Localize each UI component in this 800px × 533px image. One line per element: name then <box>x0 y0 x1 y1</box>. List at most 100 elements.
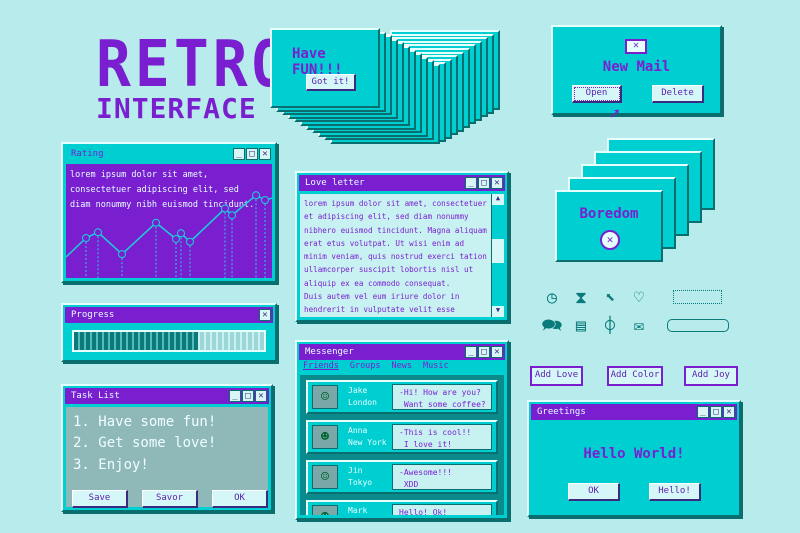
contact-name: Jin Tokyo <box>348 466 373 487</box>
boredom-title: Boredom <box>579 206 639 222</box>
menu-music[interactable]: Music <box>423 361 449 371</box>
love-title: Love letter <box>305 178 365 188</box>
contact-row[interactable]: ☺ Jake London -Hi! How are you? Want some … <box>306 380 498 414</box>
data-point <box>94 228 102 237</box>
hello-button[interactable]: Hello! <box>649 483 701 501</box>
close-button[interactable]: ✕ <box>723 406 735 418</box>
hourglass-icon: ⧗ <box>575 288 587 308</box>
progress-fill <box>74 332 198 350</box>
maximize-button[interactable]: □ <box>478 346 490 358</box>
menu-news[interactable]: News <box>392 361 412 371</box>
love-text-area[interactable]: lorem ipsum dolor sit amet, consectetuer… <box>300 194 491 317</box>
messenger-menu: Friends Groups News Music <box>303 361 449 371</box>
scrollbar[interactable]: ▲ ▼ <box>491 194 504 317</box>
data-point <box>186 237 194 246</box>
avatar: ☺ <box>312 465 338 489</box>
scroll-down-icon[interactable]: ▼ <box>492 306 504 317</box>
got-it-button[interactable]: Got it! <box>306 74 356 91</box>
scroll-up-icon[interactable]: ▲ <box>492 194 504 205</box>
maximize-button[interactable]: □ <box>242 390 254 402</box>
rating-chart <box>66 191 272 278</box>
contact-row[interactable]: ☺ Jin Tokyo -Awesome!!! XDD <box>306 460 498 494</box>
dotted-box <box>673 290 722 304</box>
messenger-window: Messenger _ □ ✕ Friends Groups News Music … <box>295 340 509 520</box>
maximize-button[interactable]: □ <box>478 177 490 189</box>
task-title: Task List <box>71 391 120 401</box>
paperclip-icon: ⌽ <box>604 316 616 336</box>
scroll-thumb[interactable] <box>492 239 504 263</box>
contact-name: Mark <box>348 506 368 515</box>
menu-groups[interactable]: Groups <box>350 361 381 371</box>
minimize-button[interactable]: _ <box>229 390 241 402</box>
rating-window: Rating _ □ ✕ lorem ipsum dolor sit amet, c… <box>61 142 277 283</box>
data-point <box>228 211 236 220</box>
love-text: lorem ipsum dolor sit amet, consectetuer… <box>304 199 487 315</box>
contact-name: Anna New York <box>348 426 387 447</box>
menu-friends[interactable]: Friends <box>303 361 339 371</box>
delete-button[interactable]: Delete <box>652 85 704 103</box>
minimize-button[interactable]: _ <box>233 148 245 160</box>
add-love-button[interactable]: Add Love <box>530 366 583 386</box>
close-button[interactable]: ✕ <box>491 177 503 189</box>
envelope-icon: ✕ <box>625 39 647 54</box>
task-item: 3. Enjoy! <box>73 457 149 473</box>
close-button[interactable]: ✕ <box>255 390 267 402</box>
contact-row[interactable]: ☻ Anna New York -This is cool!! I love it! <box>306 420 498 454</box>
avatar: ☻ <box>312 505 338 515</box>
task-list-window: Task List _ □ ✕ 1. Have some fun! 2. Get s… <box>61 384 273 512</box>
task-item: 2. Get some love! <box>73 435 217 451</box>
envelope-icon: ✉ <box>633 316 645 336</box>
minimize-button[interactable]: _ <box>465 346 477 358</box>
greetings-window: Greetings _ □ ✕ Hello World! OK Hello! <box>527 400 741 517</box>
mail-title: New Mail <box>602 59 671 75</box>
rating-line <box>66 194 272 258</box>
chat-icon: 🗪 <box>541 316 563 336</box>
add-joy-button[interactable]: Add Joy <box>684 366 738 386</box>
close-button[interactable]: ✕ <box>259 148 271 160</box>
rating-titlebar: Rating _ □ ✕ <box>65 146 273 162</box>
savor-button[interactable]: Savor <box>142 490 198 508</box>
data-point <box>261 196 269 204</box>
greetings-titlebar: Greetings _ □ ✕ <box>531 404 737 420</box>
maximize-button[interactable]: □ <box>710 406 722 418</box>
cursor-icon: ⬉ <box>604 288 616 308</box>
contact-row[interactable]: ☻ Mark Hello! Ok! <box>306 500 498 515</box>
close-button[interactable]: ✕ <box>491 346 503 358</box>
data-point <box>221 204 229 213</box>
cursor-icon: ➚ <box>610 104 620 123</box>
love-titlebar: Love letter _ □ ✕ <box>299 175 505 191</box>
open-button[interactable]: Open <box>572 85 622 103</box>
boredom-window: Boredom ✕ <box>555 190 663 262</box>
minimize-button[interactable]: _ <box>697 406 709 418</box>
contact-list: ☺ Jake London -Hi! How are you? Want some … <box>300 375 504 515</box>
task-item: 1. Have some fun! <box>73 414 217 430</box>
progress-bar <box>72 330 266 352</box>
maximize-button[interactable]: □ <box>246 148 258 160</box>
title-interface: INTERFACE <box>96 92 257 125</box>
messenger-titlebar: Messenger _ □ ✕ <box>299 344 505 360</box>
data-point <box>118 250 126 259</box>
message-bubble: Hello! Ok! <box>392 504 492 515</box>
save-button[interactable]: Save <box>72 490 128 508</box>
greetings-text: Hello World! <box>583 446 685 462</box>
progress-window: Progress ✕ <box>61 303 277 362</box>
message-bubble: -Awesome!!! XDD <box>392 464 492 490</box>
ok-button[interactable]: OK <box>568 483 620 501</box>
rating-panel: lorem ipsum dolor sit amet, consectetuer… <box>66 164 272 278</box>
progress-title: Progress <box>71 310 115 320</box>
data-point <box>152 218 160 227</box>
ok-button[interactable]: OK <box>212 490 268 508</box>
title-retro: RETRO <box>96 26 291 102</box>
data-point <box>177 229 185 238</box>
progress-titlebar: Progress ✕ <box>65 307 273 323</box>
avatar: ☻ <box>312 425 338 449</box>
task-panel: 1. Have some fun! 2. Get some love! 3. E… <box>66 407 268 508</box>
clock-icon: ◷ <box>546 288 558 308</box>
fun-window: Have FUN!!! Got it! <box>270 28 380 108</box>
minimize-button[interactable]: _ <box>465 177 477 189</box>
data-point <box>252 191 260 200</box>
add-color-button[interactable]: Add Color <box>607 366 663 386</box>
rating-title: Rating <box>71 149 104 159</box>
close-button[interactable]: ✕ <box>259 309 271 321</box>
close-circle-icon[interactable]: ✕ <box>600 230 620 250</box>
